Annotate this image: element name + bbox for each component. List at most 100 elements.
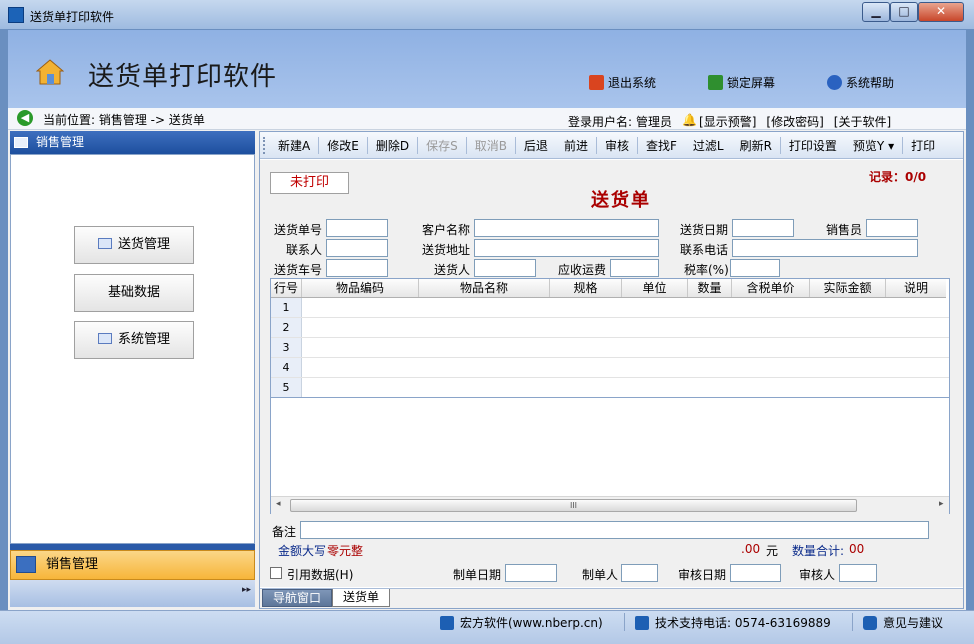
scroll-left-icon[interactable]: ◂ (276, 499, 281, 509)
cancel-button[interactable]: 取消B (467, 137, 515, 154)
audit-date-label: 审核日期 (678, 568, 727, 582)
home-icon (36, 59, 64, 85)
system-management-label: 系统管理 (117, 332, 170, 347)
lock-screen-icon (708, 75, 723, 90)
support-text: 技术支持电话: 0574-63169889 (655, 616, 831, 630)
exit-icon (589, 75, 604, 90)
grid-icon (97, 238, 112, 249)
save-button[interactable]: 保存S (418, 137, 466, 154)
vehicle-input[interactable] (326, 259, 388, 277)
make-date-label: 制单日期 (453, 568, 502, 582)
bell-icon: 🔔 (682, 113, 698, 127)
auditor-input[interactable] (839, 564, 877, 582)
sales-section-icon (16, 556, 36, 573)
table-row[interactable]: 4 (271, 358, 949, 378)
lock-screen-link[interactable]: 锁定屏幕 (708, 74, 775, 91)
print-button[interactable]: 打印 (903, 137, 943, 154)
table-row[interactable]: 1 (271, 298, 949, 318)
phone-input[interactable] (732, 239, 918, 257)
address-label: 送货地址 (422, 243, 471, 257)
auditor-label: 审核人 (799, 568, 836, 582)
col-qty[interactable]: 数量 (688, 279, 732, 297)
document-title: 送货单 (591, 190, 651, 211)
row-number: 4 (271, 358, 302, 377)
col-item-code[interactable]: 物品编码 (302, 279, 419, 297)
company-link[interactable]: 宏方软件(www.nberp.cn) (440, 614, 603, 631)
window-title: 送货单打印软件 (30, 10, 115, 24)
salesman-input[interactable] (866, 219, 918, 237)
row-number: 1 (271, 298, 302, 317)
col-unit[interactable]: 单位 (622, 279, 688, 297)
delete-button[interactable]: 删除D (368, 137, 417, 154)
print-settings-button[interactable]: 打印设置 (781, 137, 845, 154)
col-item-name[interactable]: 物品名称 (419, 279, 550, 297)
delivery-management-button[interactable]: 送货管理 (74, 226, 194, 264)
contact-input[interactable] (326, 239, 388, 257)
order-no-input[interactable] (326, 219, 388, 237)
col-amount[interactable]: 实际金额 (810, 279, 886, 297)
amount-value: .00 (741, 542, 761, 556)
tab-navigation-window[interactable]: 导航窗口 (262, 589, 333, 607)
exit-system-link[interactable]: 退出系统 (589, 74, 656, 91)
deliverer-input[interactable] (474, 259, 536, 277)
deliverer-label: 送货人 (434, 263, 471, 277)
system-management-button[interactable]: 系统管理 (74, 321, 194, 359)
expand-chevron-icon[interactable]: ▸▸ (242, 585, 251, 595)
delivery-date-input[interactable] (732, 219, 794, 237)
about-link[interactable]: [关于软件] (834, 113, 891, 130)
col-unit-price[interactable]: 含税单价 (732, 279, 810, 297)
row-number: 5 (271, 378, 302, 397)
refresh-button[interactable]: 刷新R (732, 137, 780, 154)
back-arrow-icon[interactable]: ◀ (17, 110, 33, 126)
col-remark[interactable]: 说明 (886, 279, 946, 297)
basic-data-button[interactable]: 基础数据 (74, 274, 194, 312)
table-row[interactable]: 3 (271, 338, 949, 358)
close-button[interactable]: ✕ (918, 2, 964, 22)
edit-button[interactable]: 修改E (319, 137, 367, 154)
amount-upper-label: 金额大写 (278, 544, 327, 558)
toolbar-grip[interactable] (263, 137, 266, 154)
col-row-no[interactable]: 行号 (271, 279, 302, 297)
tax-rate-label: 税率(%) (684, 263, 729, 277)
show-alert-link[interactable]: [显示预警] (699, 113, 756, 130)
tab-delivery-note[interactable]: 送货单 (332, 589, 391, 607)
address-input[interactable] (474, 239, 659, 257)
preview-dropdown[interactable]: 预览Y ▾ (845, 137, 902, 154)
new-button[interactable]: 新建A (270, 137, 318, 154)
exit-system-label: 退出系统 (608, 76, 657, 90)
row-number: 3 (271, 338, 302, 357)
change-password-link[interactable]: [修改密码] (766, 113, 823, 130)
system-help-link[interactable]: 系统帮助 (827, 74, 894, 91)
scroll-right-icon[interactable]: ▸ (939, 499, 944, 509)
table-row[interactable]: 5 (271, 378, 949, 398)
table-row[interactable]: 2 (271, 318, 949, 338)
maker-input[interactable] (621, 564, 658, 582)
print-status-badge: 未打印 (270, 172, 349, 194)
minimize-button[interactable]: ▁ (862, 2, 890, 22)
find-button[interactable]: 查找F (638, 137, 685, 154)
audit-date-input[interactable] (730, 564, 781, 582)
col-spec[interactable]: 规格 (550, 279, 622, 297)
freight-input[interactable] (610, 259, 659, 277)
panel-icon (14, 137, 28, 148)
system-help-label: 系统帮助 (846, 76, 895, 90)
back-button[interactable]: 后退 (516, 137, 556, 154)
forward-button[interactable]: 前进 (556, 137, 596, 154)
home-small-icon (440, 615, 454, 630)
maximize-button[interactable]: □ (890, 2, 918, 22)
phone-icon (635, 615, 649, 630)
feedback-link[interactable]: 意见与建议 (863, 614, 943, 631)
audit-button[interactable]: 审核 (597, 137, 637, 154)
scroll-thumb[interactable]: III (290, 499, 857, 512)
salesman-label: 销售员 (826, 223, 863, 237)
make-date-input[interactable] (505, 564, 557, 582)
currency-unit: 元 (766, 544, 779, 558)
sales-management-section[interactable]: 销售管理 (10, 550, 255, 580)
reference-data-checkbox[interactable] (270, 567, 282, 579)
note-input[interactable] (300, 521, 929, 539)
customer-input[interactable] (474, 219, 659, 237)
maker-label: 制单人 (582, 568, 619, 582)
reference-data-label: 引用数据(H) (287, 568, 354, 582)
filter-button[interactable]: 过滤L (685, 137, 732, 154)
tax-rate-input[interactable] (730, 259, 780, 277)
